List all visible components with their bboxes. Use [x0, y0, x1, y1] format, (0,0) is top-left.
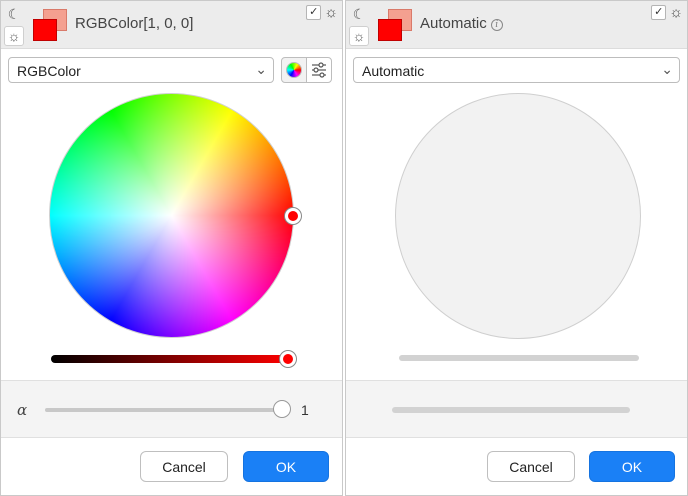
chevron-down-icon: ⌄ [255, 61, 267, 77]
opacity-slider-handle[interactable] [273, 400, 291, 418]
primary-swatch [378, 19, 402, 41]
opacity-section [346, 380, 687, 438]
disabled-brightness-slider [399, 355, 639, 361]
mode-column: ☾ ☼ [346, 1, 372, 49]
color-space-dropdown[interactable]: Automatic ⌄ [353, 57, 680, 83]
corner-controls: ✓ ☼ [651, 5, 683, 20]
color-swatch-stack [33, 9, 69, 43]
opacity-value: 1 [301, 402, 309, 418]
sun-icon[interactable]: ☼ [349, 26, 369, 46]
mode-column: ☾ ☼ [1, 1, 27, 49]
title-text: Automatic [420, 15, 487, 32]
panel-header: ☾ ☼ Automatic i ✓ ☼ [346, 1, 687, 49]
color-swatch-stack [378, 9, 414, 43]
corner-controls: ✓ ☼ [306, 5, 338, 20]
moon-icon[interactable]: ☾ [349, 4, 369, 24]
sliders-tool-button[interactable] [306, 57, 332, 83]
alpha-label: α [17, 401, 28, 419]
sliders-icon [312, 62, 326, 78]
panel-header: ☾ ☼ RGBColor[1, 0, 0] ✓ ☼ [1, 1, 342, 49]
chevron-down-icon: ⌄ [661, 61, 673, 77]
ok-button[interactable]: OK [243, 451, 329, 482]
checkmark-icon[interactable]: ✓ [306, 5, 322, 20]
color-wheel-icon [286, 62, 302, 78]
dropdown-label: Automatic [362, 63, 425, 79]
ok-button[interactable]: OK [589, 451, 675, 482]
opacity-slider-track[interactable] [45, 408, 289, 412]
brightness-slider-handle[interactable] [280, 351, 296, 367]
moon-icon[interactable]: ☾ [4, 4, 24, 24]
checkmark-icon[interactable]: ✓ [651, 5, 667, 20]
color-wheel-tool-button[interactable] [281, 57, 307, 83]
sun-moon-icon[interactable]: ☼ [669, 5, 683, 20]
sun-icon[interactable]: ☼ [4, 26, 24, 46]
color-expression-title: RGBColor[1, 0, 0] [75, 15, 194, 32]
primary-swatch [33, 19, 57, 41]
hue-saturation-wheel[interactable] [49, 93, 294, 338]
hue-wheel-handle[interactable] [285, 208, 301, 224]
cancel-button[interactable]: Cancel [487, 451, 575, 482]
color-space-dropdown[interactable]: RGBColor ⌄ [8, 57, 274, 83]
color-picker-panel-right: ☾ ☼ Automatic i ✓ ☼ Automatic ⌄ Cancel OK [345, 0, 688, 496]
disabled-opacity-slider [392, 407, 630, 413]
opacity-section: α 1 [1, 380, 342, 438]
dropdown-label: RGBColor [17, 63, 81, 79]
color-expression-title: Automatic i [420, 15, 503, 32]
info-icon[interactable]: i [490, 19, 503, 31]
color-picker-panel-left: ☾ ☼ RGBColor[1, 0, 0] ✓ ☼ RGBColor ⌄ α 1… [0, 0, 343, 496]
cancel-button[interactable]: Cancel [140, 451, 228, 482]
brightness-slider-track[interactable] [51, 355, 291, 363]
disabled-color-wheel [395, 93, 641, 339]
sun-moon-icon[interactable]: ☼ [324, 5, 338, 20]
